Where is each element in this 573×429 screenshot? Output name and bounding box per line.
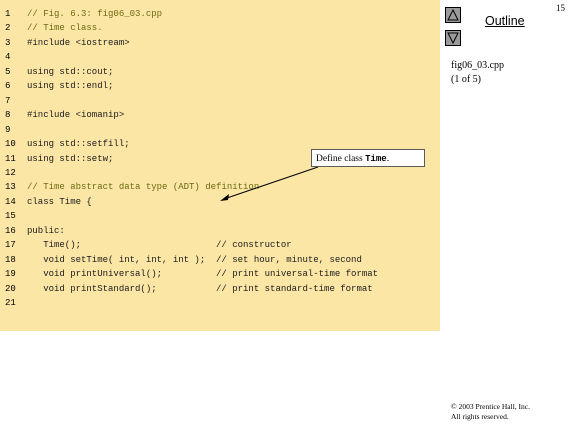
callout-suffix: . [386,154,390,164]
copyright: © 2003 Prentice Hall, Inc. All rights re… [451,402,530,422]
file-name: fig06_03.cpp [451,60,505,71]
callout-text: Define class [316,154,366,164]
page-number: 15 [556,3,565,13]
copyright-line: All rights reserved. [451,412,509,421]
triangle-down-icon [447,32,459,44]
triangle-up-icon [447,9,459,21]
file-part: (1 of 5) [451,74,481,85]
callout-box: Define class Time. [311,149,425,167]
previous-slide-button[interactable] [445,7,461,23]
callout-code: Time [365,154,387,164]
copyright-line: © 2003 Prentice Hall, Inc. [451,402,531,411]
next-slide-button[interactable] [445,30,461,46]
outline-link[interactable]: Outline [485,14,525,28]
